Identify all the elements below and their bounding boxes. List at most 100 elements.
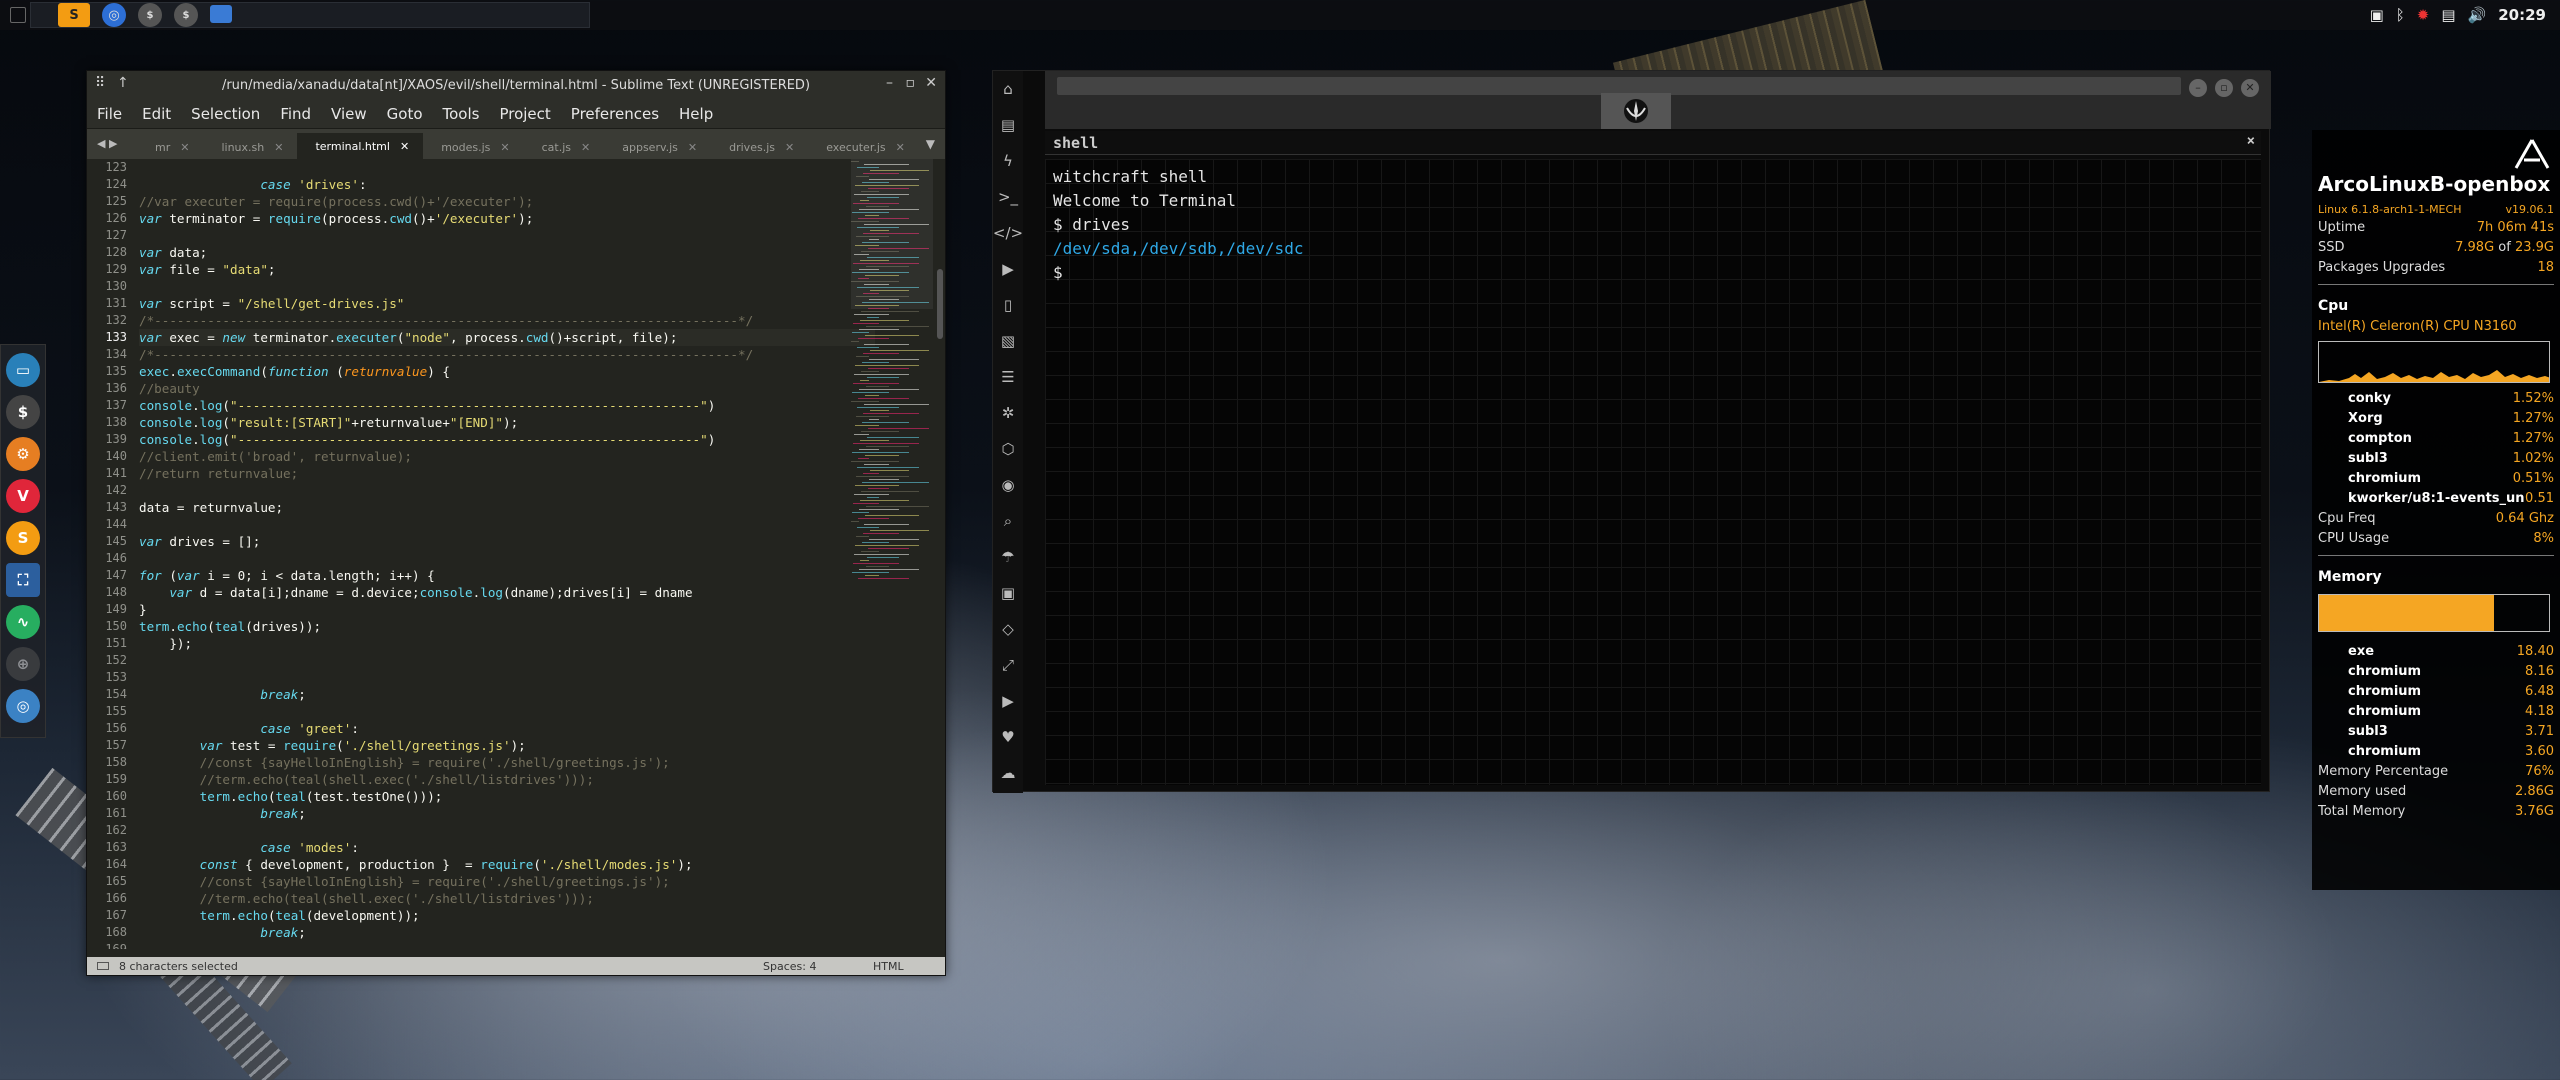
code-branch-icon[interactable]: ◇	[993, 611, 1023, 647]
code-line[interactable]: 162	[105, 822, 875, 839]
code-line[interactable]: 159 //term.echo(teal(shell.exec('./shell…	[105, 771, 875, 788]
code-editor[interactable]: 123 124 case 'drives': 125//var executer =…	[87, 159, 945, 949]
sublime-icon[interactable]: S	[58, 3, 90, 27]
code-line[interactable]: 155	[105, 703, 875, 720]
minimap[interactable]	[851, 159, 933, 949]
tab-executer-js[interactable]: executer.js ✕	[808, 135, 919, 159]
code-line[interactable]: 169	[105, 941, 875, 949]
pin-icon[interactable]: ↑	[117, 75, 129, 91]
code-line[interactable]: 161 break;	[105, 805, 875, 822]
document-icon[interactable]: ▤	[993, 107, 1023, 143]
menu-file[interactable]: File	[87, 105, 132, 123]
clock[interactable]: 20:29	[2498, 6, 2546, 24]
terminal-icon[interactable]: >_	[993, 179, 1023, 215]
code-line[interactable]: 132 /*-----------------------------------…	[105, 312, 875, 329]
heart-icon[interactable]: ♥	[993, 719, 1023, 755]
rebel-logo-icon[interactable]	[1601, 93, 1671, 129]
terminal-output[interactable]: witchcraft shell Welcome to Terminal $ dri…	[1045, 159, 2261, 785]
search-icon[interactable]: ⌕	[993, 503, 1023, 539]
code-line[interactable]: 146	[105, 550, 875, 567]
menu-selection[interactable]: Selection	[181, 105, 270, 123]
tab-close-icon[interactable]: ✕	[500, 141, 509, 154]
code-line[interactable]: 150 term.echo(teal(drives));	[105, 618, 875, 635]
code-line[interactable]: 164 const { development, production } = …	[105, 856, 875, 873]
code-line[interactable]: 134 /*-----------------------------------…	[105, 346, 875, 363]
menu-project[interactable]: Project	[489, 105, 560, 123]
files-icon[interactable]: ▭	[6, 353, 40, 387]
code-line[interactable]: 123	[105, 159, 875, 176]
list-icon[interactable]: ☰	[993, 359, 1023, 395]
monitor-icon[interactable]: ∿	[6, 605, 40, 639]
tab-close-icon[interactable]: ✕	[896, 141, 905, 154]
hexagon-icon[interactable]: ⬡	[993, 431, 1023, 467]
menu-help[interactable]: Help	[669, 105, 723, 123]
screenshot-icon[interactable]: ⛶	[6, 563, 40, 597]
code-line[interactable]: 148 var d = data[i];dname = d.device;con…	[105, 584, 875, 601]
code-line[interactable]: 124 case 'drives':	[105, 176, 875, 193]
code-line[interactable]: 140 //client.emit('broad', returnvalue);	[105, 448, 875, 465]
code-line[interactable]: 133 var exec = new terminator.executer("n…	[105, 329, 875, 346]
home-icon[interactable]: ⌂	[993, 71, 1023, 107]
sublime-titlebar[interactable]: ⠿ ↑ /run/media/xanadu/data[nt]/XAOS/evil…	[87, 71, 945, 99]
tab-nav-icon[interactable]: ◀ ▶	[97, 137, 117, 150]
terminal-titlebar[interactable]: – ▫ ✕	[1045, 71, 2271, 129]
editor-scrollbar[interactable]	[937, 269, 943, 339]
code-line[interactable]: 147 for (var i = 0; i < data.length; i++)…	[105, 567, 875, 584]
code-line[interactable]: 139 console.log("------------------------…	[105, 431, 875, 448]
tab-close-icon[interactable]: ✕	[274, 141, 283, 154]
code-line[interactable]: 167 term.echo(teal(development));	[105, 907, 875, 924]
code-line[interactable]: 131 var script = "/shell/get-drives.js"	[105, 295, 875, 312]
code-line[interactable]: 154 break;	[105, 686, 875, 703]
tab-mr[interactable]: mr ✕	[137, 135, 203, 159]
close-button[interactable]: ✕	[925, 75, 937, 91]
menu-view[interactable]: View	[321, 105, 377, 123]
menu-preferences[interactable]: Preferences	[561, 105, 669, 123]
menu-goto[interactable]: Goto	[377, 105, 433, 123]
code-line[interactable]: 130	[105, 278, 875, 295]
code-area[interactable]: 123 124 case 'drives': 125//var executer =…	[105, 159, 875, 949]
code-line[interactable]: 144	[105, 516, 875, 533]
chromium-icon[interactable]: ◎	[6, 689, 40, 723]
code-line[interactable]: 141 //return returnvalue;	[105, 465, 875, 482]
code-line[interactable]: 137 console.log("------------------------…	[105, 397, 875, 414]
tab-linux-sh[interactable]: linux.sh ✕	[203, 135, 297, 159]
files-icon[interactable]	[210, 5, 232, 23]
tab-close-icon[interactable]: ✕	[688, 141, 697, 154]
panel-toggle-icon[interactable]	[97, 962, 109, 970]
network-icon[interactable]: ⊕	[6, 647, 40, 681]
bolt-icon[interactable]: ϟ	[993, 143, 1023, 179]
code-icon[interactable]: </>	[993, 215, 1023, 251]
terminal-icon-2[interactable]: $	[174, 3, 198, 27]
code-line[interactable]: 157 var test = require('./shell/greeting…	[105, 737, 875, 754]
tab-drives-js[interactable]: drives.js ✕	[711, 135, 808, 159]
tab-modes-js[interactable]: modes.js ✕	[423, 135, 523, 159]
code-line[interactable]: 129 var file = "data";	[105, 261, 875, 278]
maximize-button[interactable]: ▫	[906, 75, 916, 91]
contact-icon[interactable]: ▣	[993, 575, 1023, 611]
cloud-icon[interactable]: ☁	[993, 755, 1023, 791]
code-line[interactable]: 151 });	[105, 635, 875, 652]
code-line[interactable]: 166 //term.echo(teal(shell.exec('./shell…	[105, 890, 875, 907]
terminal-icon[interactable]: $	[6, 395, 40, 429]
code-line[interactable]: 158 //const {sayHelloInEnglish} = requir…	[105, 754, 875, 771]
minimap-viewport[interactable]	[851, 159, 933, 309]
code-line[interactable]: 165 //const {sayHelloInEnglish} = requir…	[105, 873, 875, 890]
close-button[interactable]: ✕	[2241, 79, 2259, 97]
terminal-icon[interactable]: $	[138, 3, 162, 27]
code-line[interactable]: 127	[105, 227, 875, 244]
chromium-icon[interactable]: ◎	[102, 3, 126, 27]
desktop-menu-icon[interactable]	[10, 7, 26, 23]
tab-close-icon[interactable]: ✕	[785, 141, 794, 154]
code-line[interactable]: 156 case 'greet':	[105, 720, 875, 737]
code-line[interactable]: 142	[105, 482, 875, 499]
code-line[interactable]: 136 //beauty	[105, 380, 875, 397]
code-line[interactable]: 153	[105, 669, 875, 686]
tab-appserv-js[interactable]: appserv.js ✕	[604, 135, 711, 159]
code-line[interactable]: 163 case 'modes':	[105, 839, 875, 856]
globe-icon[interactable]: ◉	[993, 467, 1023, 503]
shell-close-button[interactable]: ×	[2247, 133, 2255, 149]
menu-edit[interactable]: Edit	[132, 105, 181, 123]
settings-icon[interactable]: ⚙	[6, 437, 40, 471]
menu-find[interactable]: Find	[270, 105, 321, 123]
tab-close-icon[interactable]: ✕	[180, 141, 189, 154]
